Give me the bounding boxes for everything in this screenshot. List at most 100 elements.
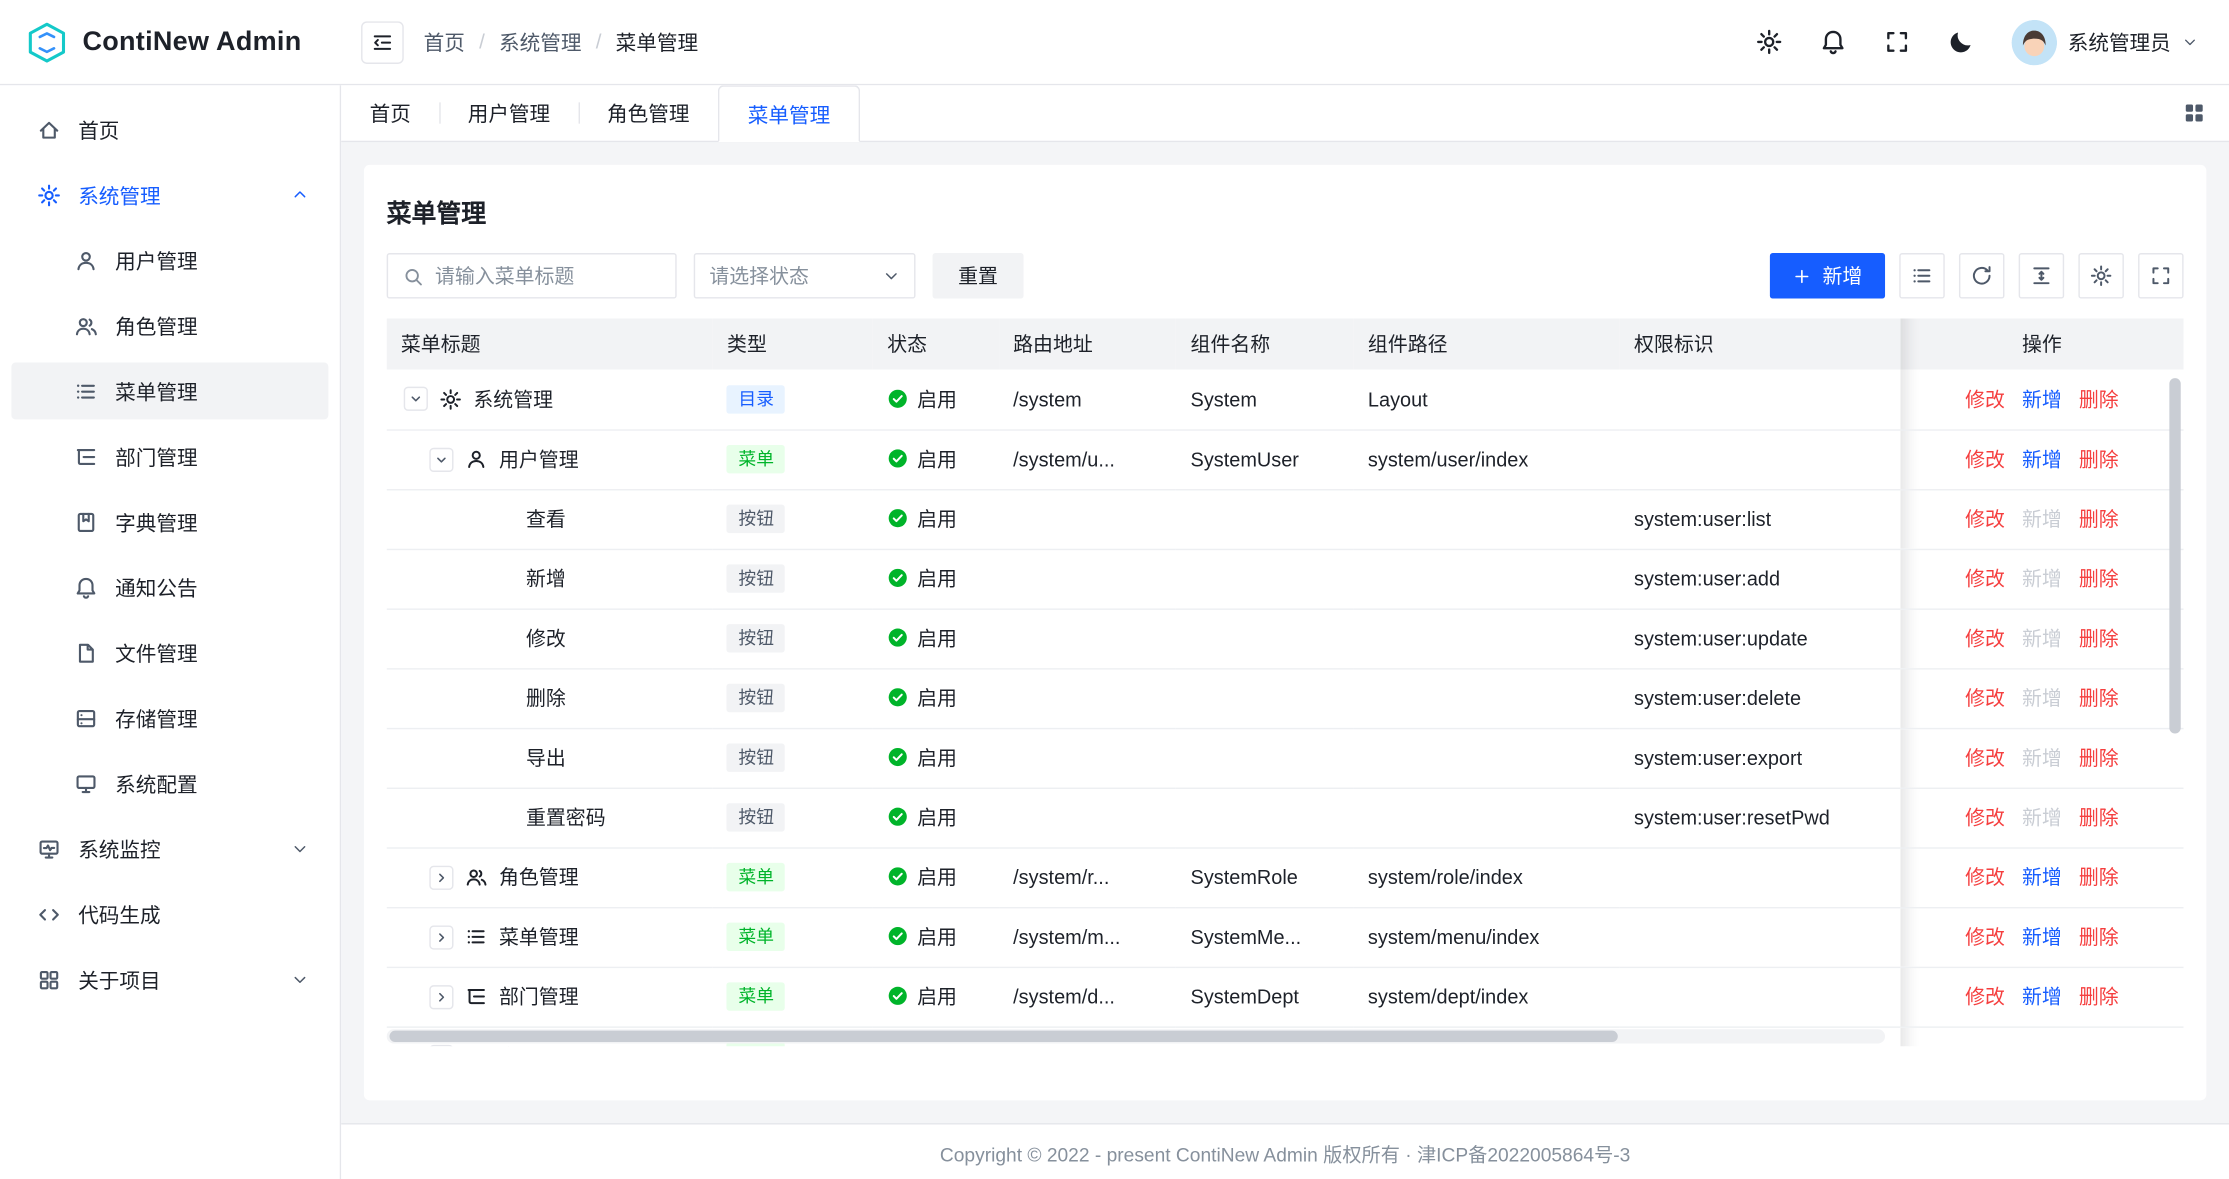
edit-link[interactable]: 修改: [1965, 743, 2005, 771]
delete-link[interactable]: 删除: [2079, 1042, 2119, 1046]
search-icon: [402, 265, 423, 286]
expand-row-icon[interactable]: [429, 865, 453, 889]
add-link[interactable]: 新增: [2022, 445, 2062, 473]
sidebar-item-file[interactable]: 文件管理: [11, 624, 328, 681]
row-height-button[interactable]: [2019, 253, 2064, 298]
sidebar-item-about[interactable]: 关于项目: [11, 951, 328, 1008]
header-settings-icon[interactable]: [1755, 28, 1782, 55]
breadcrumb-item[interactable]: 菜单管理: [616, 27, 698, 57]
status-indicator: 启用: [887, 504, 957, 532]
horizontal-scrollbar[interactable]: [387, 1029, 1885, 1043]
search-field[interactable]: [435, 264, 661, 287]
type-badge: 按钮: [727, 743, 785, 771]
check-circle-icon: [887, 986, 908, 1007]
status-cell: 启用: [873, 668, 999, 728]
search-input[interactable]: [387, 253, 677, 298]
app-logo[interactable]: ContiNew Admin: [0, 0, 341, 84]
delete-link[interactable]: 删除: [2079, 863, 2119, 891]
permission-cell: system:user:update: [1620, 608, 1900, 668]
sidebar-item-user[interactable]: 用户管理: [11, 232, 328, 289]
type-badge: 目录: [727, 385, 785, 413]
ops-cell: 修改新增删除: [1900, 847, 2183, 907]
horizontal-scrollbar-thumb[interactable]: [390, 1031, 1619, 1042]
edit-link[interactable]: 修改: [1965, 385, 2005, 413]
sidebar-item-storage[interactable]: 存储管理: [11, 689, 328, 746]
status-select-placeholder: 请选择状态: [709, 262, 809, 290]
sidebar-item-menu[interactable]: 菜单管理: [11, 363, 328, 420]
add-link[interactable]: 新增: [2022, 385, 2062, 413]
add-link[interactable]: 新增: [2022, 1042, 2062, 1046]
table-fullscreen-button[interactable]: [2138, 253, 2183, 298]
home-icon: [37, 117, 61, 141]
delete-link[interactable]: 删除: [2079, 445, 2119, 473]
header-fullscreen-icon[interactable]: [1883, 28, 1910, 55]
edit-link[interactable]: 修改: [1965, 1042, 2005, 1046]
expand-row-icon[interactable]: [429, 925, 453, 949]
edit-link[interactable]: 修改: [1965, 564, 2005, 592]
column-header-permission: 权限标识: [1620, 318, 1900, 369]
sidebar-item-home[interactable]: 首页: [11, 101, 328, 158]
tree-icon: [465, 985, 488, 1008]
tab-user[interactable]: 用户管理: [439, 85, 578, 140]
breadcrumb-item[interactable]: 首页: [424, 27, 465, 57]
sidebar-item-label: 关于项目: [78, 965, 160, 995]
sidebar-collapse-button[interactable]: [361, 21, 404, 64]
stripe-toggle-button[interactable]: [1899, 253, 1944, 298]
add-link[interactable]: 新增: [2022, 982, 2062, 1010]
menu-title-cell: 删除: [387, 668, 713, 728]
route-cell: [999, 489, 1176, 549]
sidebar-item-codegen[interactable]: 代码生成: [11, 886, 328, 943]
edit-link[interactable]: 修改: [1965, 863, 2005, 891]
edit-link[interactable]: 修改: [1965, 505, 2005, 533]
edit-link[interactable]: 修改: [1965, 803, 2005, 831]
tab-menu[interactable]: 菜单管理: [718, 85, 860, 142]
delete-link[interactable]: 删除: [2079, 982, 2119, 1010]
sidebar-item-config[interactable]: 系统配置: [11, 755, 328, 812]
add-link[interactable]: 新增: [2022, 863, 2062, 891]
delete-link[interactable]: 删除: [2079, 923, 2119, 951]
collapse-row-icon[interactable]: [429, 447, 453, 471]
tab-home[interactable]: 首页: [341, 85, 439, 140]
delete-link[interactable]: 删除: [2079, 505, 2119, 533]
edit-link[interactable]: 修改: [1965, 445, 2005, 473]
sidebar-item-notice[interactable]: 通知公告: [11, 559, 328, 616]
delete-link[interactable]: 删除: [2079, 624, 2119, 652]
chevron-up-icon: [291, 186, 308, 203]
tab-role[interactable]: 角色管理: [579, 85, 718, 140]
type-badge: 按钮: [727, 684, 785, 712]
reset-button[interactable]: 重置: [933, 253, 1024, 298]
edit-link[interactable]: 修改: [1965, 923, 2005, 951]
sidebar-item-role[interactable]: 角色管理: [11, 297, 328, 354]
expand-row-icon[interactable]: [429, 984, 453, 1008]
sidebar-item-system[interactable]: 系统管理: [11, 166, 328, 223]
collapse-row-icon[interactable]: [404, 387, 428, 411]
add-button[interactable]: 新增: [1770, 253, 1885, 298]
edit-link[interactable]: 修改: [1965, 684, 2005, 712]
edit-link[interactable]: 修改: [1965, 624, 2005, 652]
column-settings-button[interactable]: [2078, 253, 2123, 298]
tab-list-icon[interactable]: [2182, 101, 2206, 125]
user-menu[interactable]: 系统管理员: [2011, 19, 2198, 64]
sidebar-item-monitor[interactable]: 系统监控: [11, 820, 328, 877]
header-theme-icon[interactable]: [1947, 28, 1974, 55]
status-label: 启用: [917, 922, 957, 950]
edit-link[interactable]: 修改: [1965, 982, 2005, 1010]
vertical-scrollbar-thumb[interactable]: [2169, 378, 2180, 733]
expand-row-icon[interactable]: [429, 1044, 453, 1046]
refresh-button[interactable]: [1959, 253, 2004, 298]
add-link[interactable]: 新增: [2022, 923, 2062, 951]
table-body: 系统管理目录启用/systemSystemLayout修改新增删除用户管理菜单启…: [387, 370, 2184, 1047]
delete-link[interactable]: 删除: [2079, 564, 2119, 592]
status-select[interactable]: 请选择状态: [694, 253, 916, 298]
breadcrumb-item[interactable]: 系统管理: [499, 27, 581, 57]
delete-link[interactable]: 删除: [2079, 743, 2119, 771]
component-path-cell: system/menu/index: [1354, 907, 1620, 967]
header-notification-icon[interactable]: [1819, 28, 1846, 55]
sidebar-item-dept[interactable]: 部门管理: [11, 428, 328, 485]
delete-link[interactable]: 删除: [2079, 385, 2119, 413]
type-cell: 按钮: [713, 549, 873, 609]
delete-link[interactable]: 删除: [2079, 803, 2119, 831]
menu-table: 菜单标题类型状态路由地址组件名称组件路径权限标识操作 系统管理目录启用/syst…: [387, 318, 2184, 1046]
delete-link[interactable]: 删除: [2079, 684, 2119, 712]
sidebar-item-dict[interactable]: 字典管理: [11, 493, 328, 550]
